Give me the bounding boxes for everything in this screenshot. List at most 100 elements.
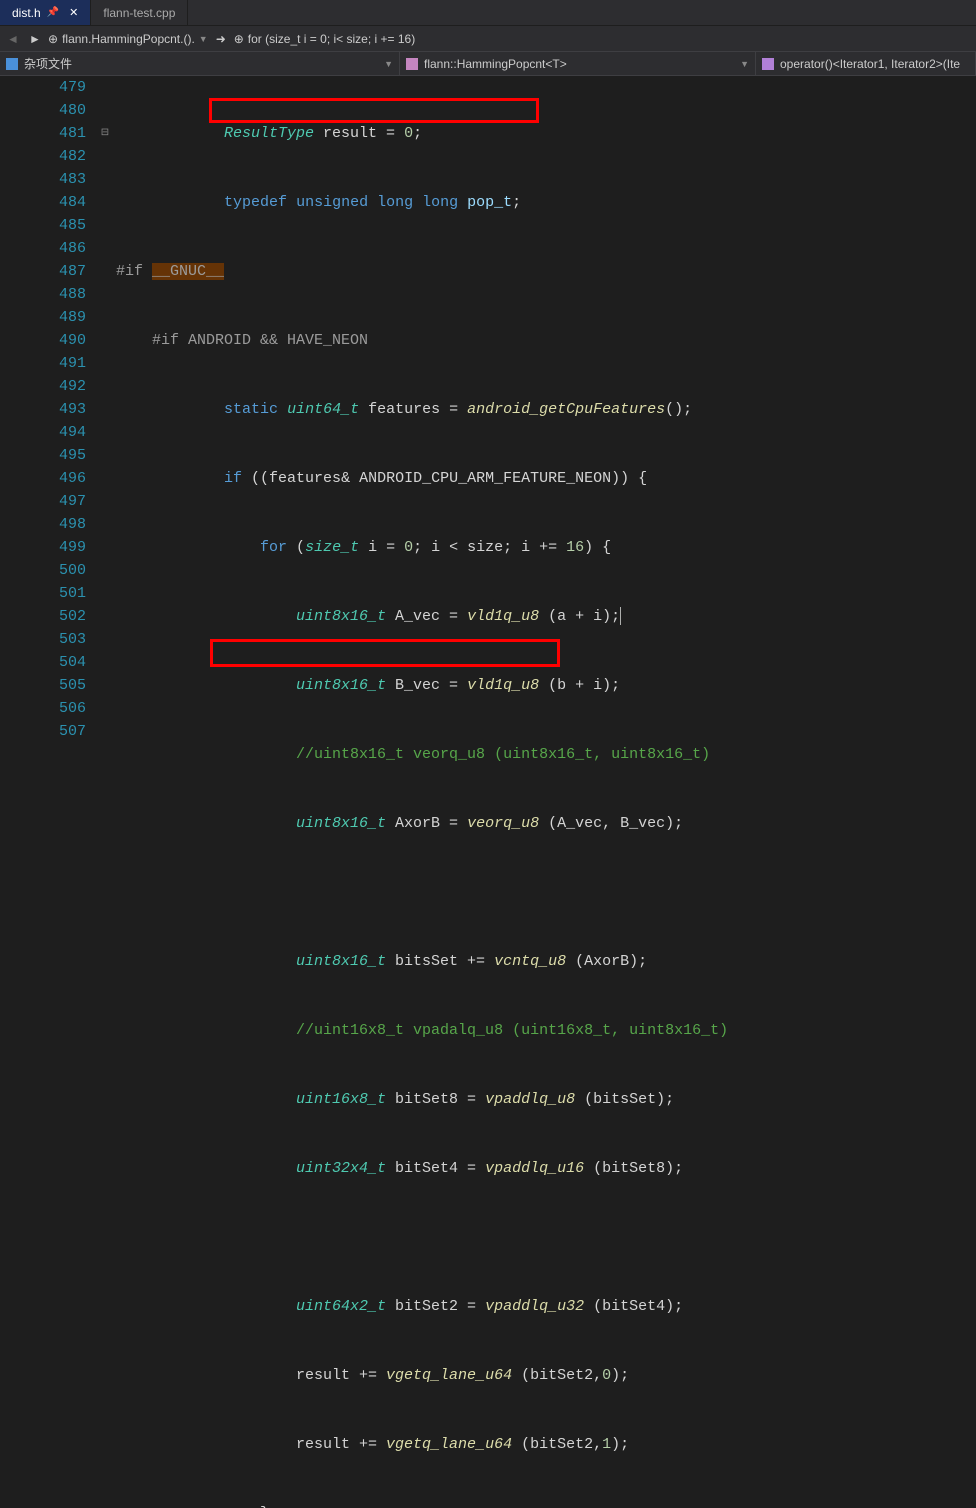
line-number: 481 <box>0 122 86 145</box>
fold-marker[interactable] <box>96 329 114 352</box>
fold-marker[interactable] <box>96 513 114 536</box>
filter-bar: 杂项文件 ▼ flann::HammingPopcnt<T> ▼ operato… <box>0 52 976 76</box>
fold-marker[interactable] <box>96 421 114 444</box>
code-line[interactable]: ResultType result = 0; <box>114 122 976 145</box>
code-line[interactable]: //uint8x16_t veorq_u8 (uint8x16_t, uint8… <box>114 743 976 766</box>
line-number: 496 <box>0 467 86 490</box>
fold-marker[interactable] <box>96 605 114 628</box>
line-number: 488 <box>0 283 86 306</box>
code-line[interactable]: if ((features& ANDROID_CPU_ARM_FEATURE_N… <box>114 467 976 490</box>
line-number: 500 <box>0 559 86 582</box>
filter-class[interactable]: flann::HammingPopcnt<T> ▼ <box>400 52 756 75</box>
fold-marker[interactable] <box>96 398 114 421</box>
scope-icon: ⊕ <box>234 32 244 46</box>
fold-marker[interactable] <box>96 490 114 513</box>
code-line[interactable]: uint8x16_t A_vec = vld1q_u8 (a + i); <box>114 605 976 628</box>
code-line[interactable]: uint32x4_t bitSet4 = vpaddlq_u16 (bitSet… <box>114 1157 976 1180</box>
line-number: 490 <box>0 329 86 352</box>
text-cursor <box>620 607 621 625</box>
filter-class-label: flann::HammingPopcnt<T> <box>424 57 567 71</box>
line-number: 480 <box>0 99 86 122</box>
line-gutter: 4794804814824834844854864874884894904914… <box>0 76 96 754</box>
chevron-down-icon[interactable]: ▼ <box>740 59 749 69</box>
fold-marker[interactable] <box>96 674 114 697</box>
fold-marker[interactable] <box>96 283 114 306</box>
go-to-icon[interactable]: ➜ <box>212 30 230 48</box>
breadcrumb-scope[interactable]: ⊕ flann.HammingPopcnt.(). ▼ <box>48 32 208 46</box>
file-tab-flann-test[interactable]: flann-test.cpp <box>91 0 188 25</box>
line-number: 503 <box>0 628 86 651</box>
fold-marker[interactable] <box>96 260 114 283</box>
fold-marker[interactable] <box>96 191 114 214</box>
code-area[interactable]: ResultType result = 0; typedef unsigned … <box>114 76 976 754</box>
code-line[interactable]: static uint64_t features = android_getCp… <box>114 398 976 421</box>
fold-marker[interactable] <box>96 720 114 743</box>
file-tab-dist-h[interactable]: dist.h 📌 ✕ <box>0 0 91 25</box>
fold-marker[interactable] <box>96 352 114 375</box>
filter-operator[interactable]: operator()<Iterator1, Iterator2>(Ite <box>756 52 976 75</box>
fold-marker[interactable] <box>96 168 114 191</box>
fold-marker[interactable] <box>96 467 114 490</box>
fold-marker[interactable] <box>96 536 114 559</box>
code-line[interactable]: result += vgetq_lane_u64 (bitSet2,0); <box>114 1364 976 1387</box>
nav-back-icon[interactable]: ◄ <box>4 30 22 48</box>
code-line[interactable]: #if ANDROID && HAVE_NEON <box>114 329 976 352</box>
line-number: 485 <box>0 214 86 237</box>
file-icon <box>6 58 18 70</box>
code-line[interactable]: for (size_t i = 0; i < size; i += 16) { <box>114 536 976 559</box>
fold-marker[interactable] <box>96 306 114 329</box>
line-number: 506 <box>0 697 86 720</box>
code-line[interactable] <box>114 1226 976 1249</box>
code-line[interactable] <box>114 881 976 904</box>
highlight-box-comment-typedef <box>210 639 560 667</box>
fold-marker[interactable] <box>96 628 114 651</box>
line-number: 504 <box>0 651 86 674</box>
filter-operator-label: operator()<Iterator1, Iterator2>(Ite <box>780 57 960 71</box>
fold-marker[interactable] <box>96 76 114 99</box>
code-line[interactable]: uint64x2_t bitSet2 = vpaddlq_u32 (bitSet… <box>114 1295 976 1318</box>
fold-marker[interactable] <box>96 444 114 467</box>
fold-marker[interactable] <box>96 375 114 398</box>
line-number: 493 <box>0 398 86 421</box>
close-icon[interactable]: ✕ <box>69 6 78 19</box>
code-line[interactable]: //uint16x8_t vpadalq_u8 (uint16x8_t, uin… <box>114 1019 976 1042</box>
chevron-down-icon[interactable]: ▼ <box>384 59 393 69</box>
line-number: 507 <box>0 720 86 743</box>
code-line[interactable]: uint8x16_t AxorB = veorq_u8 (A_vec, B_ve… <box>114 812 976 835</box>
line-number: 482 <box>0 145 86 168</box>
filter-misc-files[interactable]: 杂项文件 ▼ <box>0 52 400 75</box>
code-editor[interactable]: 4794804814824834844854864874884894904914… <box>0 76 976 754</box>
code-line[interactable]: uint8x16_t bitsSet += vcntq_u8 (AxorB); <box>114 950 976 973</box>
chevron-down-icon[interactable]: ▼ <box>199 34 208 44</box>
highlight-box-typedef <box>209 98 539 123</box>
code-line[interactable]: } <box>114 1502 976 1508</box>
line-number: 483 <box>0 168 86 191</box>
filter-misc-label: 杂项文件 <box>24 55 72 72</box>
pin-icon[interactable]: 📌 <box>47 7 59 18</box>
fold-marker[interactable] <box>96 145 114 168</box>
line-number: 484 <box>0 191 86 214</box>
code-line[interactable]: uint16x8_t bitSet8 = vpaddlq_u8 (bitsSet… <box>114 1088 976 1111</box>
breadcrumb-function[interactable]: ⊕ for (size_t i = 0; i< size; i += 16) <box>234 32 415 46</box>
tab-label: flann-test.cpp <box>103 6 175 20</box>
fold-marker[interactable]: ⊟ <box>96 122 114 145</box>
code-line[interactable]: result += vgetq_lane_u64 (bitSet2,1); <box>114 1433 976 1456</box>
fold-marker[interactable] <box>96 559 114 582</box>
line-number: 502 <box>0 605 86 628</box>
nav-forward-icon[interactable]: ► <box>26 30 44 48</box>
code-line[interactable]: typedef unsigned long long pop_t; <box>114 191 976 214</box>
fold-marker[interactable] <box>96 697 114 720</box>
fold-marker[interactable] <box>96 99 114 122</box>
line-number: 492 <box>0 375 86 398</box>
line-number: 487 <box>0 260 86 283</box>
class-icon <box>406 58 418 70</box>
fold-marker[interactable] <box>96 214 114 237</box>
method-icon <box>762 58 774 70</box>
fold-marker[interactable] <box>96 237 114 260</box>
fold-marker[interactable] <box>96 582 114 605</box>
code-line[interactable]: uint8x16_t B_vec = vld1q_u8 (b + i); <box>114 674 976 697</box>
tab-label: dist.h <box>12 6 41 20</box>
code-line[interactable]: #if __GNUC__ <box>114 260 976 283</box>
fold-marker[interactable] <box>96 651 114 674</box>
line-number: 491 <box>0 352 86 375</box>
